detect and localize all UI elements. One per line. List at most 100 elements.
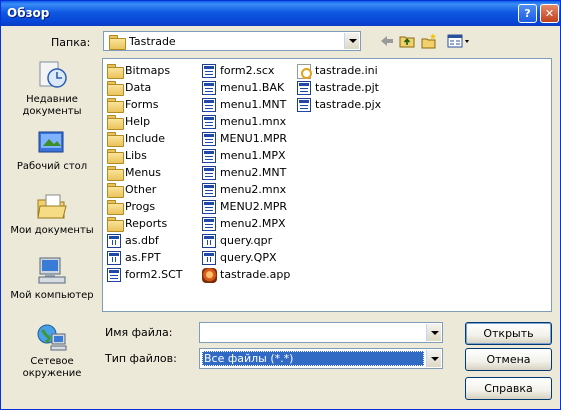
list-item[interactable]: menu1.mnx bbox=[202, 114, 290, 131]
help-title-button[interactable]: ? bbox=[518, 4, 537, 23]
list-item[interactable]: menu2.MPX bbox=[202, 216, 290, 233]
table-file-icon bbox=[107, 251, 121, 265]
list-item[interactable]: Progs bbox=[107, 199, 183, 216]
document-file-icon bbox=[202, 217, 216, 231]
places-bar: Недавние документы Рабочий стол Мои доку… bbox=[8, 60, 96, 386]
place-label: Мой компьютер bbox=[10, 290, 94, 301]
filetype-dropdown[interactable]: Все файлы (*.*) bbox=[199, 348, 443, 369]
document-file-icon bbox=[202, 149, 216, 163]
folder-icon bbox=[107, 115, 124, 130]
list-item[interactable]: tastrade.pjx bbox=[297, 97, 381, 114]
filetype-label: Тип файлов: bbox=[105, 352, 177, 365]
lookin-value: Tastrade bbox=[129, 35, 176, 48]
list-item[interactable]: Menus bbox=[107, 165, 183, 182]
document-file-icon bbox=[202, 81, 216, 95]
close-button[interactable]: ✕ bbox=[540, 4, 559, 23]
project-file-icon bbox=[297, 81, 311, 95]
desktop-icon bbox=[38, 131, 64, 153]
folder-icon bbox=[107, 81, 124, 96]
folder-icon bbox=[107, 166, 124, 181]
folder-icon bbox=[107, 149, 124, 164]
new-folder-icon[interactable] bbox=[421, 33, 437, 49]
list-item[interactable]: MENU1.MPR bbox=[202, 131, 290, 148]
document-file-icon bbox=[202, 115, 216, 129]
list-item[interactable]: Bitmaps bbox=[107, 63, 183, 80]
list-item[interactable]: menu1.MNT bbox=[202, 97, 290, 114]
list-item[interactable]: tastrade.ini bbox=[297, 63, 381, 80]
file-list[interactable]: Bitmaps Data Forms Help Include Libs Men… bbox=[102, 58, 552, 312]
project-file-icon bbox=[297, 98, 311, 112]
form-file-icon bbox=[107, 268, 121, 282]
my-documents-icon bbox=[37, 194, 67, 219]
folder-icon bbox=[107, 183, 124, 198]
filetype-selected-value: Все файлы (*.*) bbox=[202, 351, 424, 366]
open-file-dialog: Обзор ? ✕ Папка: Tastrade Недавние докум… bbox=[0, 0, 561, 410]
view-menu-icon[interactable] bbox=[447, 33, 471, 49]
title-bar[interactable]: Обзор ? ✕ bbox=[1, 1, 560, 26]
file-column-2: form2.scx menu1.BAK menu1.MNT menu1.mnx … bbox=[202, 63, 290, 284]
settings-file-icon bbox=[297, 64, 312, 79]
list-item[interactable]: MENU2.MPR bbox=[202, 199, 290, 216]
list-item[interactable]: tastrade.app bbox=[202, 267, 290, 284]
list-item[interactable]: tastrade.pjt bbox=[297, 80, 381, 97]
up-folder-icon[interactable] bbox=[399, 33, 415, 49]
lookin-dropdown[interactable]: Tastrade bbox=[103, 31, 361, 51]
folder-icon bbox=[107, 217, 124, 232]
recent-documents-icon bbox=[39, 61, 67, 88]
chevron-down-icon[interactable] bbox=[426, 350, 441, 367]
list-item[interactable]: menu1.MPX bbox=[202, 148, 290, 165]
place-label: Мои документы bbox=[10, 225, 94, 236]
list-item[interactable]: Help bbox=[107, 114, 183, 131]
filename-input[interactable] bbox=[202, 325, 424, 340]
list-item[interactable]: form2.SCT bbox=[107, 267, 183, 284]
place-my-computer[interactable]: Мой компьютер bbox=[8, 256, 96, 302]
list-item[interactable]: Libs bbox=[107, 148, 183, 165]
document-file-icon bbox=[202, 166, 216, 180]
my-computer-icon bbox=[38, 257, 66, 284]
place-recent-documents[interactable]: Недавние документы bbox=[8, 60, 96, 118]
list-item[interactable]: Forms bbox=[107, 97, 183, 114]
document-file-icon bbox=[202, 183, 216, 197]
place-label: Сетевое окружение bbox=[22, 356, 82, 379]
list-item[interactable]: menu2.MNT bbox=[202, 165, 290, 182]
folder-icon bbox=[107, 132, 124, 147]
filename-label: Имя файла: bbox=[105, 326, 173, 339]
document-file-icon bbox=[202, 132, 216, 146]
lookin-label: Папка: bbox=[51, 36, 91, 49]
file-column-3: tastrade.ini tastrade.pjt tastrade.pjx bbox=[297, 63, 381, 114]
list-item[interactable]: form2.scx bbox=[202, 63, 290, 80]
document-file-icon bbox=[202, 98, 216, 112]
query-file-icon bbox=[202, 234, 216, 248]
table-file-icon bbox=[107, 234, 121, 248]
network-icon bbox=[37, 324, 67, 351]
list-item[interactable]: query.QPX bbox=[202, 250, 290, 267]
list-item[interactable]: Other bbox=[107, 182, 183, 199]
folder-icon bbox=[107, 98, 124, 113]
back-arrow-icon[interactable] bbox=[379, 33, 395, 49]
list-item[interactable]: Include bbox=[107, 131, 183, 148]
list-item[interactable]: as.FPT bbox=[107, 250, 183, 267]
filename-combo[interactable] bbox=[199, 322, 443, 343]
chevron-down-icon[interactable] bbox=[426, 324, 441, 341]
form-file-icon bbox=[202, 64, 216, 78]
chevron-down-icon[interactable] bbox=[344, 33, 359, 49]
document-file-icon bbox=[202, 200, 216, 214]
file-column-1: Bitmaps Data Forms Help Include Libs Men… bbox=[107, 63, 183, 284]
query-file-icon bbox=[202, 251, 216, 265]
place-network[interactable]: Сетевое окружение bbox=[8, 322, 96, 380]
list-item[interactable]: query.qpr bbox=[202, 233, 290, 250]
help-button[interactable]: Справка bbox=[465, 377, 552, 400]
open-button[interactable]: Открыть bbox=[465, 322, 552, 345]
list-item[interactable]: menu2.mnx bbox=[202, 182, 290, 199]
folder-icon bbox=[109, 35, 126, 50]
list-item[interactable]: as.dbf bbox=[107, 233, 183, 250]
place-desktop[interactable]: Рабочий стол bbox=[8, 127, 96, 173]
place-my-documents[interactable]: Мои документы bbox=[8, 191, 96, 237]
place-label: Рабочий стол bbox=[16, 161, 88, 172]
window-title: Обзор bbox=[7, 6, 50, 20]
folder-icon bbox=[107, 200, 124, 215]
list-item[interactable]: Reports bbox=[107, 216, 183, 233]
list-item[interactable]: Data bbox=[107, 80, 183, 97]
cancel-button[interactable]: Отмена bbox=[465, 348, 552, 371]
list-item[interactable]: menu1.BAK bbox=[202, 80, 290, 97]
